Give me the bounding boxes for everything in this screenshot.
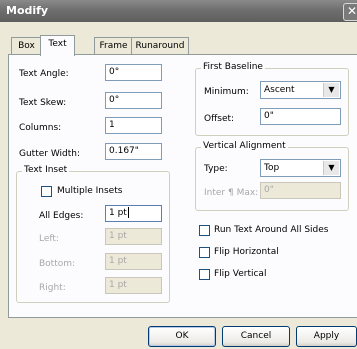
text-angle-label: Text Angle: (19, 69, 69, 79)
flip-vertical-label: Flip Vertical (214, 269, 267, 279)
first-baseline-title: First Baseline (201, 62, 265, 72)
cancel-button[interactable]: Cancel (222, 326, 290, 347)
minimum-value: Ascent (264, 85, 295, 95)
inter-max-field: 0" (260, 182, 341, 199)
all-edges-label: All Edges: (39, 211, 84, 221)
gutter-width-field[interactable]: 0.167" (105, 143, 162, 160)
text-angle-field[interactable]: 0° (105, 64, 162, 81)
type-select[interactable]: Top ▼ (260, 159, 341, 177)
ok-button[interactable]: OK (148, 326, 216, 347)
offset-field[interactable]: 0" (260, 108, 341, 125)
minimum-select[interactable]: Ascent ▼ (260, 81, 341, 99)
text-inset-title: Text Inset (22, 165, 70, 175)
left-inset-label: Left: (39, 234, 59, 244)
tab-box[interactable]: Box (11, 37, 42, 55)
tab-frame[interactable]: Frame (94, 37, 133, 55)
text-cursor (127, 207, 129, 218)
close-icon[interactable]: ✕ (343, 3, 357, 21)
multiple-insets-checkbox[interactable] (41, 186, 52, 197)
minimum-label: Minimum: (204, 87, 249, 97)
vertical-alignment-title: Vertical Alignment (201, 141, 288, 151)
vertical-alignment-group (195, 147, 349, 211)
flip-horizontal-checkbox[interactable] (199, 247, 210, 258)
multiple-insets-label: Multiple Insets (57, 186, 123, 196)
all-edges-field[interactable]: 1 pt (105, 205, 162, 222)
text-skew-field[interactable]: 0° (105, 92, 162, 109)
chevron-down-icon[interactable]: ▼ (323, 161, 339, 175)
columns-field[interactable]: 1 (105, 117, 162, 134)
first-baseline-group (195, 68, 349, 136)
right-inset-label: Right: (39, 283, 66, 293)
flip-vertical-checkbox[interactable] (199, 269, 210, 280)
type-label: Type: (204, 164, 228, 174)
modify-dialog: Modify ✕ Box Text Frame Runaround Text A… (0, 0, 357, 349)
run-text-around-label: Run Text Around All Sides (214, 225, 329, 235)
columns-label: Columns: (19, 123, 62, 133)
inter-max-label: Inter ¶ Max: (204, 188, 259, 198)
tab-runaround[interactable]: Runaround (131, 37, 189, 55)
offset-label: Offset: (204, 114, 235, 124)
apply-button[interactable]: Apply (296, 326, 357, 347)
left-inset-field: 1 pt (105, 228, 162, 245)
right-inset-field: 1 pt (105, 277, 162, 294)
title-bar[interactable]: Modify ✕ (0, 0, 357, 22)
type-value: Top (264, 163, 280, 173)
gutter-width-label: Gutter Width: (19, 149, 81, 159)
run-text-around-checkbox[interactable] (199, 225, 210, 236)
dialog-title: Modify (6, 4, 49, 17)
all-edges-value: 1 pt (109, 208, 127, 218)
chevron-down-icon[interactable]: ▼ (323, 83, 339, 97)
flip-horizontal-label: Flip Horizontal (214, 247, 279, 257)
bottom-inset-label: Bottom: (39, 259, 76, 269)
text-skew-label: Text Skew: (19, 98, 67, 108)
tab-text[interactable]: Text (40, 35, 75, 56)
bottom-inset-field: 1 pt (105, 253, 162, 270)
